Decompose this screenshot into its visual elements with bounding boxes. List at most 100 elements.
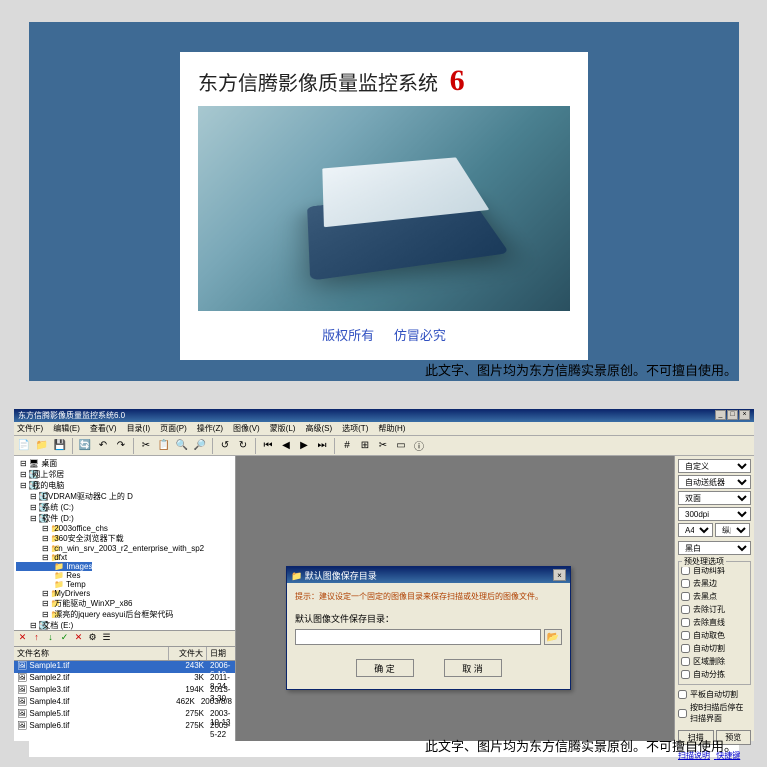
- menu-opt[interactable]: 选项(T): [342, 423, 368, 434]
- tree-node[interactable]: ⊟ 💽 系统 (C:): [16, 502, 233, 513]
- ft-list-icon[interactable]: ☰: [100, 632, 113, 645]
- tb-save-icon[interactable]: 💾: [52, 438, 68, 454]
- ft-up-icon[interactable]: ↑: [30, 632, 43, 645]
- tb-fit-icon[interactable]: ⊞: [357, 438, 373, 454]
- tb-undo-icon[interactable]: ↶: [95, 438, 111, 454]
- preprocess-check[interactable]: 自动取色: [681, 630, 748, 641]
- tb-refresh-icon[interactable]: 🔄: [77, 438, 93, 454]
- paper-select[interactable]: A4: [678, 523, 713, 537]
- dialog-path-input[interactable]: [295, 629, 541, 645]
- tb-info-icon[interactable]: ⓘ: [411, 438, 427, 454]
- watermark-text: 此文字、图片均为东方信腾实景原创。不可擅自使用。: [425, 360, 737, 379]
- tb-zoom-out-icon[interactable]: 🔎: [192, 438, 208, 454]
- tb-first-icon[interactable]: ⏮: [260, 438, 276, 454]
- preprocess-check[interactable]: 去除订孔: [681, 604, 748, 615]
- tb-open-icon[interactable]: 📁: [34, 438, 50, 454]
- preprocess-check[interactable]: 区域删除: [681, 656, 748, 667]
- ft-check-icon[interactable]: ✓: [58, 632, 71, 645]
- tb-zoom-in-icon[interactable]: 🔍: [174, 438, 190, 454]
- file-row[interactable]: 🖼 Sample5.tif275K2003-10-13: [14, 709, 235, 721]
- preprocess-check[interactable]: 去黑点: [681, 591, 748, 602]
- col-filename[interactable]: 文件名称: [14, 647, 169, 660]
- tb-copy-icon[interactable]: 📋: [156, 438, 172, 454]
- tree-node[interactable]: ⊟ 📁 cn_win_srv_2003_r2_enterprise_with_s…: [16, 544, 233, 553]
- flatbed-autocut-check[interactable]: 平板自动切割: [678, 689, 751, 700]
- dialog-titlebar: 📁 默认图像保存目录 ×: [287, 567, 570, 583]
- file-list[interactable]: 🖼 Sample1.tif243K2006-6-18🖼 Sample2.tif3…: [14, 661, 235, 741]
- menu-dir[interactable]: 目录(I): [127, 423, 151, 434]
- menu-help[interactable]: 帮助(H): [378, 423, 405, 434]
- scan-stop-check[interactable]: 按B扫描后停在扫描界面: [678, 702, 751, 724]
- file-row[interactable]: 🖼 Sample2.tif3K2011-8-24: [14, 673, 235, 685]
- tree-root[interactable]: ⊟ 🖥 桌面: [16, 458, 233, 469]
- preset-select[interactable]: 自定义: [678, 459, 751, 473]
- tree-node[interactable]: 📁 Temp: [16, 580, 233, 589]
- orient-select[interactable]: 纵向: [715, 523, 750, 537]
- ft-del-icon[interactable]: ✕: [16, 632, 29, 645]
- tb-cut-icon[interactable]: ✂: [138, 438, 154, 454]
- ft-config-icon[interactable]: ⚙: [86, 632, 99, 645]
- feeder-select[interactable]: 自动送纸器: [678, 475, 751, 489]
- preprocess-check[interactable]: 去黑边: [681, 578, 748, 589]
- tb-rotate-right-icon[interactable]: ↻: [235, 438, 251, 454]
- tb-select-icon[interactable]: ▭: [393, 438, 409, 454]
- tree-node[interactable]: 📁 Res: [16, 571, 233, 580]
- tree-node[interactable]: ⊟ 📁 2003office_chs: [16, 524, 233, 533]
- dialog-ok-button[interactable]: 确 定: [356, 659, 414, 677]
- tb-redo-icon[interactable]: ↷: [113, 438, 129, 454]
- tree-node[interactable]: ⊟ 📁 万能驱动_WinXP_x86: [16, 598, 233, 609]
- file-row[interactable]: 🖼 Sample1.tif243K2006-6-18: [14, 661, 235, 673]
- menu-edit[interactable]: 编辑(E): [53, 423, 80, 434]
- preprocess-check[interactable]: 去除直线: [681, 617, 748, 628]
- dialog-title-text: 默认图像保存目录: [305, 571, 377, 581]
- tree-node[interactable]: ⊟ 💽 我的电脑: [16, 480, 233, 491]
- tree-node[interactable]: ⊟ 💽 文档 (E:): [16, 620, 233, 631]
- menu-adv[interactable]: 高级(S): [305, 423, 332, 434]
- tree-node[interactable]: ⊟ 💽 DVDRAM驱动器C 上的 D: [16, 491, 233, 502]
- color-select[interactable]: 黑白: [678, 541, 751, 555]
- menu-op[interactable]: 操作(Z): [197, 423, 223, 434]
- tb-grid-icon[interactable]: #: [339, 438, 355, 454]
- splash-panel: 东方信腾影像质量监控系统 6 版权所有 仿冒必究 此文字、图片均为东方信腾实景原…: [29, 22, 739, 381]
- menu-view[interactable]: 查看(V): [90, 423, 117, 434]
- preprocess-check[interactable]: 自动切割: [681, 643, 748, 654]
- tb-next-icon[interactable]: ▶: [296, 438, 312, 454]
- tree-node[interactable]: ⊟ 💽 软件 (D:): [16, 513, 233, 524]
- file-row[interactable]: 🖼 Sample4.tif462K2003/8/8: [14, 697, 235, 709]
- file-list-header: 文件名称 文件大小 日期: [14, 647, 235, 661]
- tree-node[interactable]: ⊟ 💽 网上邻居: [16, 469, 233, 480]
- duplex-select[interactable]: 双面: [678, 491, 751, 505]
- preprocess-check[interactable]: 自动分拣: [681, 669, 748, 680]
- tb-new-icon[interactable]: 📄: [16, 438, 32, 454]
- dpi-select[interactable]: 300dpi: [678, 507, 751, 521]
- tb-crop-icon[interactable]: ✂: [375, 438, 391, 454]
- maximize-button[interactable]: □: [727, 410, 738, 420]
- tb-rotate-left-icon[interactable]: ↺: [217, 438, 233, 454]
- dialog-label: 默认图像文件保存目录：: [295, 612, 562, 625]
- tree-node[interactable]: 📁 Images: [16, 562, 92, 571]
- ft-down-icon[interactable]: ↓: [44, 632, 57, 645]
- col-filesize[interactable]: 文件大小: [169, 647, 207, 660]
- splash-version: 6: [450, 64, 465, 97]
- splash-window: 东方信腾影像质量监控系统 6 版权所有 仿冒必究: [180, 52, 588, 360]
- tree-node[interactable]: ⊟ 📁 漂亮的jquery easyui后台框架代码: [16, 609, 233, 620]
- tree-node[interactable]: ⊟ 📁 MyDrivers: [16, 589, 233, 598]
- dialog-browse-button[interactable]: 📂: [544, 629, 562, 645]
- dialog-close-button[interactable]: ×: [553, 569, 566, 581]
- col-date[interactable]: 日期: [207, 647, 235, 660]
- tree-node[interactable]: ⊟ 📁 dfxt: [16, 553, 233, 562]
- minimize-button[interactable]: _: [715, 410, 726, 420]
- dialog-cancel-button[interactable]: 取 消: [444, 659, 502, 677]
- menu-file[interactable]: 文件(F): [17, 423, 43, 434]
- close-button[interactable]: ×: [739, 410, 750, 420]
- file-row[interactable]: 🖼 Sample3.tif194K2013-3-30: [14, 685, 235, 697]
- folder-tree[interactable]: ⊟ 🖥 桌面 ⊟ 💽 网上邻居⊟ 💽 我的电脑⊟ 💽 DVDRAM驱动器C 上的…: [14, 456, 235, 631]
- menu-image[interactable]: 图像(V): [233, 423, 260, 434]
- tree-node[interactable]: ⊟ 📁 360安全浏览器下载: [16, 533, 233, 544]
- ft-close-icon[interactable]: ✕: [72, 632, 85, 645]
- tb-last-icon[interactable]: ⏭: [314, 438, 330, 454]
- file-row[interactable]: 🖼 Sample6.tif275K2003-5-22: [14, 721, 235, 733]
- menu-page[interactable]: 页面(P): [160, 423, 187, 434]
- tb-prev-icon[interactable]: ◀: [278, 438, 294, 454]
- menu-mask[interactable]: 蒙版(L): [270, 423, 296, 434]
